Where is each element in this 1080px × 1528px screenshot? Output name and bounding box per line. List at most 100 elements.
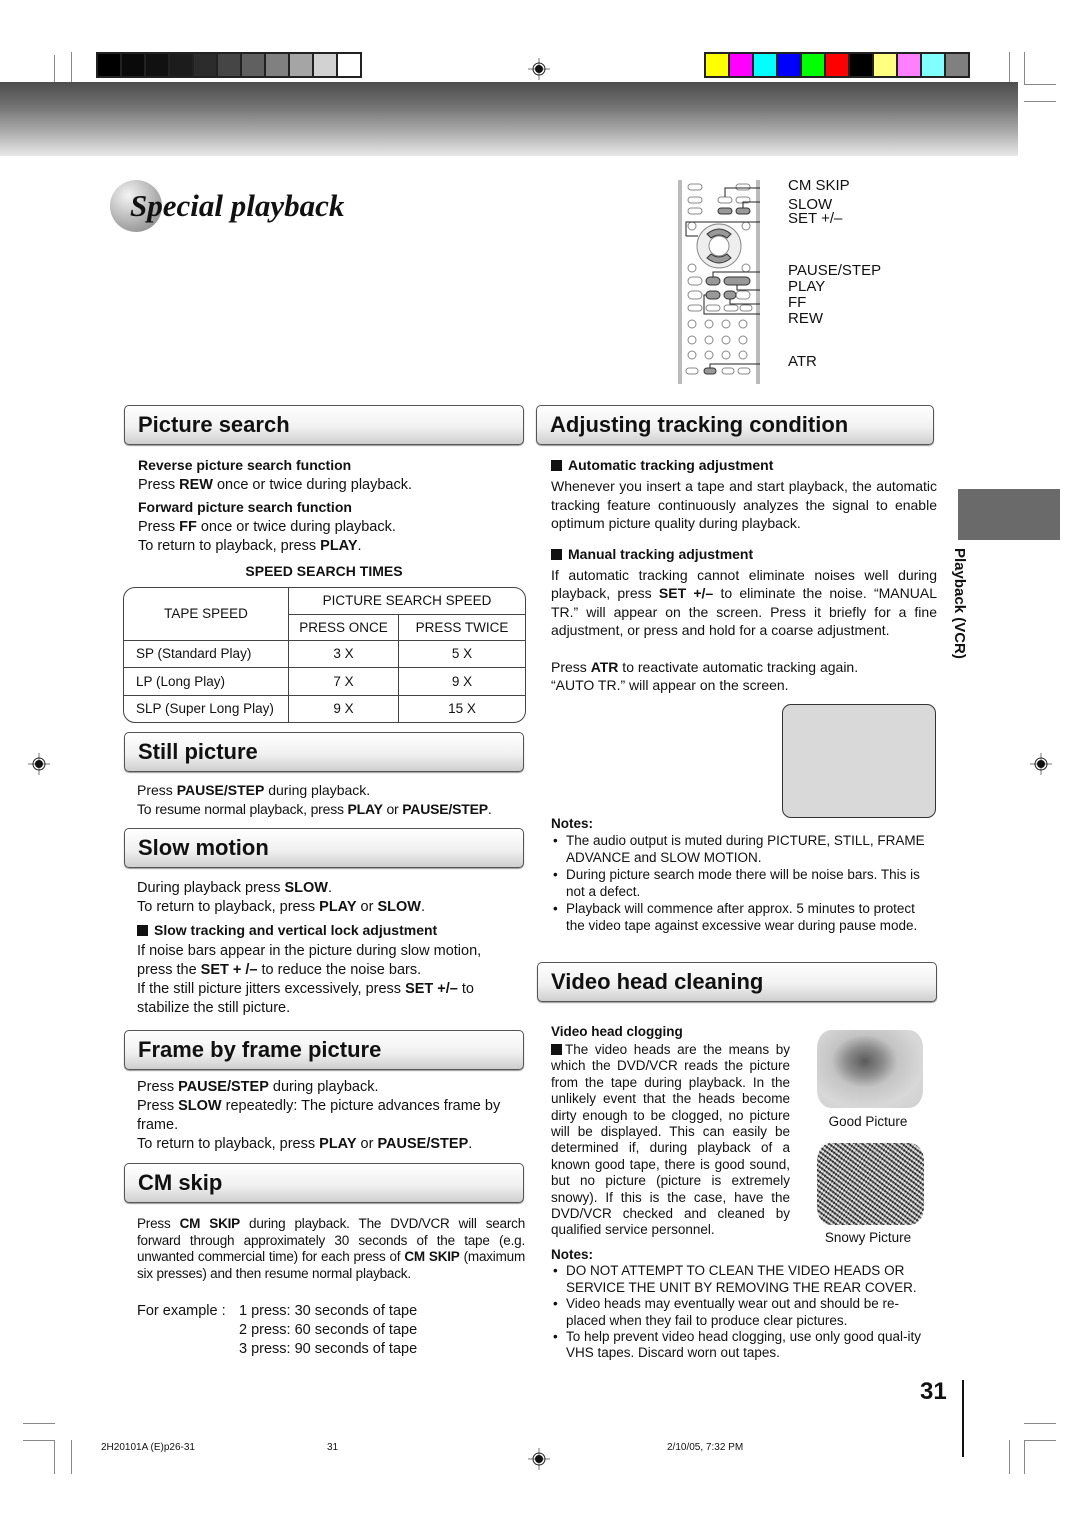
section-heading-tracking: Adjusting tracking condition xyxy=(536,405,934,445)
crop-mark xyxy=(23,1423,55,1424)
auto-tracking-title: Automatic tracking adjustment xyxy=(551,456,937,475)
crop-mark xyxy=(1009,52,1010,82)
reverse-search-text: Press REW once or twice during playback. xyxy=(138,477,413,493)
slow-tracking-title: Slow tracking and vertical lock adjustme… xyxy=(137,921,507,940)
crop-mark xyxy=(1024,1440,1056,1441)
calibration-swatch xyxy=(290,54,314,76)
frame-line-1: Press PAUSE/STEP during playback. xyxy=(137,1079,379,1095)
example-item: 2 press: 60 seconds of tape xyxy=(239,1322,418,1338)
example-item: 3 press: 90 seconds of tape xyxy=(239,1341,418,1357)
footer-timestamp: 2/10/05, 7:32 PM xyxy=(667,1442,744,1453)
table-header-press-twice: PRESS TWICE xyxy=(398,613,525,641)
table-row: SP (Standard Play) 3 X 5 X xyxy=(124,639,525,669)
registration-mark-icon xyxy=(528,58,550,80)
calibration-swatch xyxy=(266,54,290,76)
page-title: Special playback xyxy=(130,188,345,223)
section-heading-frame-by-frame: Frame by frame picture xyxy=(124,1030,524,1070)
remote-label-rew: REW xyxy=(788,310,823,327)
forward-search-text: Press FF once or twice during playback. xyxy=(138,519,396,535)
remote-label-atr: ATR xyxy=(788,353,817,370)
snowy-picture-caption: Snowy Picture xyxy=(824,1230,912,1245)
calibration-swatch xyxy=(754,54,778,76)
square-bullet-icon xyxy=(551,1044,562,1055)
tracking-body: Automatic tracking adjustment Whenever y… xyxy=(551,456,937,695)
slow-line-1: During playback press SLOW. xyxy=(137,880,333,896)
example-item: 1 press: 30 seconds of tape xyxy=(239,1303,418,1319)
table-row: SLP (Super Long Play) 9 X 15 X xyxy=(124,694,525,722)
remote-label-cm-skip: CM SKIP xyxy=(788,177,850,194)
crop-mark xyxy=(1024,1423,1056,1424)
page-number: 31 xyxy=(920,1378,947,1405)
table-cell: 3 X xyxy=(288,639,399,669)
calibration-swatch xyxy=(778,54,802,76)
atr-text-2: “AUTO TR.” will appear on the screen. xyxy=(551,677,789,693)
square-bullet-icon xyxy=(551,460,562,471)
calibration-swatch xyxy=(922,54,946,76)
remote-control-illustration xyxy=(678,180,760,384)
table-cell: SLP (Super Long Play) xyxy=(124,694,289,722)
calibration-swatch xyxy=(218,54,242,76)
remote-label-play: PLAY xyxy=(788,278,826,295)
note-item: Playback will commence after approx. 5 m… xyxy=(551,900,937,934)
crop-mark xyxy=(71,52,72,82)
notes-title: Notes: xyxy=(551,1247,594,1262)
crop-mark xyxy=(23,1440,55,1441)
table-cell: 15 X xyxy=(398,694,525,722)
section-heading-slow-motion: Slow motion xyxy=(124,828,524,868)
frame-line-2: Press SLOW repeatedly: The picture advan… xyxy=(137,1098,501,1133)
calibration-swatch xyxy=(850,54,874,76)
side-tab-label: Playback (VCR) xyxy=(951,548,968,659)
square-bullet-icon xyxy=(137,925,148,936)
frame-by-frame-body: Press PAUSE/STEP during playback. Press … xyxy=(137,1078,529,1154)
calibration-swatch xyxy=(338,54,360,76)
cm-skip-body: Press CM SKIP during playback. The DVD/V… xyxy=(137,1216,526,1281)
cm-skip-examples: 1 press: 30 seconds of tape 2 press: 60 … xyxy=(239,1302,417,1359)
good-picture-caption: Good Picture xyxy=(828,1114,908,1129)
footer-page: 31 xyxy=(327,1442,339,1453)
slow-line-2: To return to playback, press PLAY or SLO… xyxy=(137,899,425,915)
slow-tracking-p2: If the still picture jitters excessively… xyxy=(137,981,474,1016)
note-item: The audio output is muted during PICTURE… xyxy=(551,832,937,866)
forward-search-title: Forward picture search function xyxy=(138,499,352,515)
calibration-swatch xyxy=(170,54,194,76)
slow-motion-body: During playback press SLOW. To return to… xyxy=(137,879,507,1018)
calibration-swatch xyxy=(826,54,850,76)
calibration-swatch xyxy=(314,54,338,76)
note-item: To help prevent video head clogging, use… xyxy=(551,1329,929,1362)
auto-tracking-text: Whenever you insert a tape and start pla… xyxy=(551,478,937,531)
calibration-swatch xyxy=(146,54,170,76)
manual-tracking-title: Manual tracking adjustment xyxy=(551,545,937,564)
table-cell: 9 X xyxy=(288,694,399,722)
video-head-clogging-text: The video heads are the means by which t… xyxy=(551,1042,790,1238)
head-cleaning-notes: Notes: DO NOT ATTEMPT TO CLEAN THE VIDEO… xyxy=(551,1247,929,1362)
table-row: LP (Long Play) 7 X 9 X xyxy=(124,667,525,696)
header-gradient-band xyxy=(0,82,1018,156)
calibration-swatch xyxy=(946,54,968,76)
still-line-2: To resume normal playback, press PLAY or… xyxy=(137,801,492,817)
calibration-swatch xyxy=(730,54,754,76)
note-item: During picture search mode there will be… xyxy=(551,866,937,900)
calibration-swatch xyxy=(802,54,826,76)
table-title: SPEED SEARCH TIMES xyxy=(245,563,403,579)
tracking-notes: Notes: The audio output is muted during … xyxy=(551,815,937,934)
notes-title: Notes: xyxy=(551,816,594,831)
table-cell: 9 X xyxy=(398,667,525,696)
crop-mark xyxy=(54,55,55,84)
still-picture-body: Press PAUSE/STEP during playback. To res… xyxy=(137,781,532,819)
crop-mark xyxy=(1024,101,1056,102)
square-bullet-icon xyxy=(551,548,562,560)
table-cell: 5 X xyxy=(398,639,525,669)
snowy-picture-image xyxy=(817,1143,924,1225)
remote-label-pause-step: PAUSE/STEP xyxy=(788,262,882,279)
crop-mark xyxy=(1024,84,1056,85)
crop-mark xyxy=(54,1440,55,1474)
remote-label-ff: FF xyxy=(788,294,807,311)
cm-skip-example-label: For example : xyxy=(137,1303,226,1319)
table-cell: 7 X xyxy=(288,667,399,696)
slow-tracking-p1: If noise bars appear in the picture duri… xyxy=(137,943,482,978)
table-header-picture-search-speed: PICTURE SEARCH SPEED xyxy=(288,588,525,615)
crop-mark xyxy=(1024,52,1025,84)
crop-mark xyxy=(1009,1440,1010,1474)
calibration-swatch xyxy=(122,54,146,76)
calibration-swatch xyxy=(706,54,730,76)
